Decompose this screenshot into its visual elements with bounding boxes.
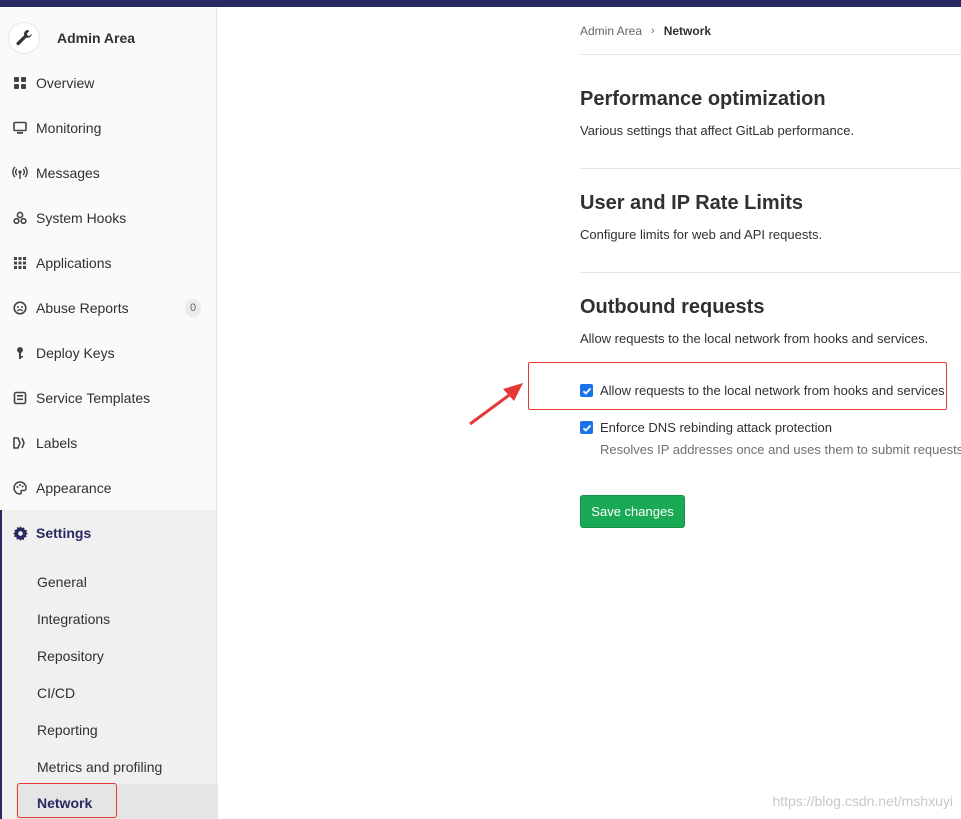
sidebar-item-label: Service Templates [36, 389, 151, 406]
section-desc-performance: Various settings that affect GitLab perf… [580, 123, 855, 138]
main-content: Admin Area › Network Performance optimiz… [217, 7, 961, 819]
sidebar-item-label: Messages [36, 164, 100, 181]
breadcrumb-root[interactable]: Admin Area [580, 24, 642, 38]
dns-rebinding-label: Enforce DNS rebinding attack protection [600, 420, 832, 435]
sidebar-item-settings[interactable]: Settings [2, 510, 91, 556]
settings-sub-repository[interactable]: Repository [37, 648, 104, 664]
top-navbar [0, 0, 961, 7]
breadcrumb-current[interactable]: Network [664, 24, 711, 38]
monitor-icon [12, 120, 28, 136]
broadcast-icon [12, 165, 28, 181]
sidebar-item-abuse-reports[interactable]: Abuse Reports 0 [0, 285, 216, 330]
breadcrumb: Admin Area › Network [580, 24, 711, 38]
annotation-highlight-box [17, 783, 117, 818]
sidebar-item-overview[interactable]: Overview [0, 60, 216, 105]
settings-sub-integrations[interactable]: Integrations [37, 611, 110, 627]
save-changes-button[interactable]: Save changes [580, 495, 685, 528]
divider [580, 168, 961, 169]
watermark: https://blog.csdn.net/mshxuyi [772, 793, 953, 809]
section-title-outbound: Outbound requests [580, 296, 765, 318]
hook-icon [12, 210, 28, 226]
sidebar-item-label: Applications [36, 254, 112, 271]
section-desc-outbound: Allow requests to the local network from… [580, 331, 929, 346]
abuse-count-badge: 0 [185, 299, 201, 317]
section-title-rate-limits: User and IP Rate Limits [580, 192, 804, 214]
settings-submenu: Settings General Integrations Repository… [0, 510, 218, 819]
sidebar-item-applications[interactable]: Applications [0, 240, 216, 285]
settings-sub-cicd[interactable]: CI/CD [37, 685, 75, 701]
sidebar-item-label: Abuse Reports [36, 299, 129, 316]
dns-rebinding-help: Resolves IP addresses once and uses them… [600, 442, 961, 457]
chevron-right-icon: › [651, 25, 655, 37]
sidebar-item-label: Deploy Keys [36, 344, 115, 361]
section-desc-rate-limits: Configure limits for web and API request… [580, 227, 823, 242]
sidebar-item-service-templates[interactable]: Service Templates [0, 375, 216, 420]
abuse-face-icon [12, 300, 28, 316]
gear-icon [12, 525, 28, 541]
sidebar-item-label: Appearance [36, 479, 112, 496]
dns-rebinding-checkbox[interactable] [580, 421, 593, 434]
apps-grid-icon [12, 255, 28, 271]
wrench-icon [8, 22, 40, 54]
settings-label: Settings [36, 525, 92, 541]
dns-rebinding-row[interactable]: Enforce DNS rebinding attack protection [580, 420, 832, 435]
annotation-highlight-box [528, 362, 947, 410]
sidebar-item-labels[interactable]: Labels [0, 420, 216, 465]
divider [580, 54, 961, 55]
sidebar-title: Admin Area [57, 30, 136, 46]
settings-sub-general[interactable]: General [37, 574, 87, 590]
sidebar-item-monitoring[interactable]: Monitoring [0, 105, 216, 150]
annotation-arrow-icon [469, 383, 523, 426]
sidebar-item-system-hooks[interactable]: System Hooks [0, 195, 216, 240]
settings-sub-metrics[interactable]: Metrics and profiling [37, 759, 162, 775]
section-title-performance: Performance optimization [580, 88, 826, 110]
sidebar-item-label: Monitoring [36, 119, 102, 136]
sidebar-item-deploy-keys[interactable]: Deploy Keys [0, 330, 216, 375]
sidebar-item-messages[interactable]: Messages [0, 150, 216, 195]
overview-grid-icon [12, 75, 28, 91]
sidebar-item-label: System Hooks [36, 209, 127, 226]
sidebar-item-appearance[interactable]: Appearance [0, 465, 216, 510]
sidebar-item-label: Overview [36, 74, 95, 91]
palette-icon [12, 480, 28, 496]
labels-icon [12, 435, 28, 451]
settings-sub-reporting[interactable]: Reporting [37, 722, 98, 738]
template-icon [12, 390, 28, 406]
divider [580, 272, 961, 273]
sidebar-item-label: Labels [36, 434, 78, 451]
key-icon [12, 345, 28, 361]
